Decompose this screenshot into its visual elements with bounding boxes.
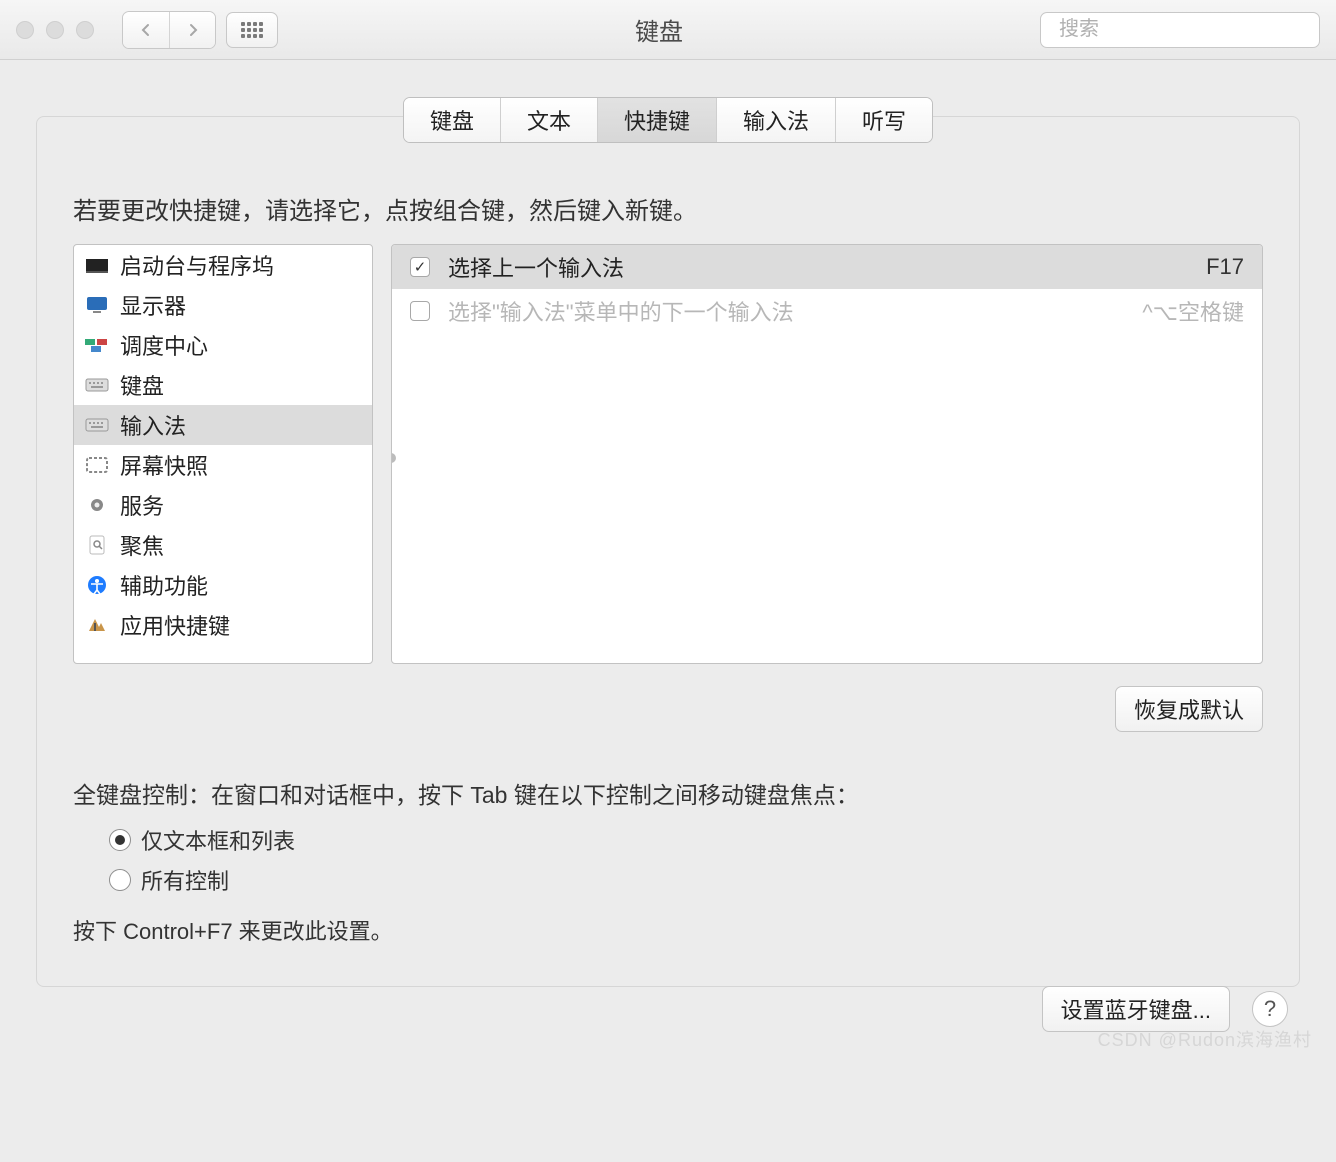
full-kb-hint: 按下 Control+F7 来更改此设置。 [73, 914, 1263, 946]
category-label: 聚焦 [120, 529, 164, 561]
tab-0[interactable]: 键盘 [404, 98, 501, 142]
category-item[interactable]: 键盘 [74, 365, 372, 405]
category-label: 屏幕快照 [120, 449, 208, 481]
category-item[interactable]: 显示器 [74, 285, 372, 325]
instruction-text: 若要更改快捷键，请选择它，点按组合键，然后键入新键。 [73, 191, 1263, 226]
category-label: 调度中心 [120, 329, 208, 361]
shortcut-row[interactable]: 选择"输入法"菜单中的下一个输入法 ^⌥空格键 [392, 289, 1262, 333]
shortcut-label: 选择"输入法"菜单中的下一个输入法 [448, 295, 794, 327]
grid-icon [241, 22, 263, 38]
radio-icon [109, 829, 131, 851]
category-label: 启动台与程序坞 [120, 249, 274, 281]
forward-button[interactable] [169, 12, 215, 48]
category-label: 应用快捷键 [120, 609, 230, 641]
radio-label: 所有控制 [141, 864, 229, 896]
radio-label: 仅文本框和列表 [141, 824, 295, 856]
radio-option[interactable]: 所有控制 [109, 860, 1263, 900]
shortcut-label: 选择上一个输入法 [448, 251, 624, 283]
zoom-icon[interactable] [76, 21, 94, 39]
accessibility-icon [84, 574, 110, 596]
category-item[interactable]: 聚焦 [74, 525, 372, 565]
spotlight-icon [84, 534, 110, 556]
resize-handle[interactable] [391, 453, 396, 463]
window-title: 键盘 [288, 12, 1030, 47]
checkbox[interactable]: ✓ [410, 257, 430, 277]
gear-icon [84, 494, 110, 516]
category-label: 键盘 [120, 369, 164, 401]
preferences-panel: 键盘文本快捷键输入法听写 若要更改快捷键，请选择它，点按组合键，然后键入新键。 … [36, 116, 1300, 987]
tab-4[interactable]: 听写 [836, 98, 932, 142]
shortcut-row[interactable]: ✓ 选择上一个输入法 F17 [392, 245, 1262, 289]
close-icon[interactable] [16, 21, 34, 39]
window-traffic-lights [16, 21, 94, 39]
search-field[interactable] [1040, 12, 1320, 48]
checkbox[interactable] [410, 301, 430, 321]
tab-1[interactable]: 文本 [501, 98, 598, 142]
full-keyboard-access: 全键盘控制：在窗口和对话框中，按下 Tab 键在以下控制之间移动键盘焦点： 仅文… [73, 776, 1263, 946]
shortcut-lists: 启动台与程序坞显示器调度中心键盘输入法屏幕快照服务聚焦辅助功能应用快捷键 ✓ 选择… [73, 244, 1263, 664]
full-kb-heading: 全键盘控制：在窗口和对话框中，按下 Tab 键在以下控制之间移动键盘焦点： [73, 776, 1263, 810]
radio-icon [109, 869, 131, 891]
nav-back-forward [122, 11, 216, 49]
display-icon [84, 294, 110, 316]
category-item[interactable]: 辅助功能 [74, 565, 372, 605]
search-input[interactable] [1059, 18, 1324, 41]
toolbar: 键盘 [0, 0, 1336, 60]
mission-icon [84, 334, 110, 356]
radio-option[interactable]: 仅文本框和列表 [109, 820, 1263, 860]
tab-bar: 键盘文本快捷键输入法听写 [73, 97, 1263, 143]
category-item[interactable]: 输入法 [74, 405, 372, 445]
keyboard-icon [84, 414, 110, 436]
category-item[interactable]: 调度中心 [74, 325, 372, 365]
category-list[interactable]: 启动台与程序坞显示器调度中心键盘输入法屏幕快照服务聚焦辅助功能应用快捷键 [73, 244, 373, 664]
screenshot-icon [84, 454, 110, 476]
shortcut-key[interactable]: ^⌥空格键 [1142, 295, 1244, 327]
apps-icon [84, 614, 110, 636]
watermark: CSDN @Rudon滨海渔村 [1098, 1026, 1312, 1052]
category-label: 输入法 [120, 409, 186, 441]
keyboard-icon [84, 374, 110, 396]
category-item[interactable]: 屏幕快照 [74, 445, 372, 485]
category-label: 服务 [120, 489, 164, 521]
back-button[interactable] [123, 12, 169, 48]
category-label: 辅助功能 [120, 569, 208, 601]
launchpad-icon [84, 254, 110, 276]
category-item[interactable]: 启动台与程序坞 [74, 245, 372, 285]
show-all-button[interactable] [226, 12, 278, 48]
shortcut-list[interactable]: ✓ 选择上一个输入法 F17 选择"输入法"菜单中的下一个输入法 ^⌥空格键 [391, 244, 1263, 664]
shortcut-key[interactable]: F17 [1206, 254, 1244, 280]
category-item[interactable]: 应用快捷键 [74, 605, 372, 645]
category-item[interactable]: 服务 [74, 485, 372, 525]
category-label: 显示器 [120, 289, 186, 321]
minimize-icon[interactable] [46, 21, 64, 39]
help-button[interactable]: ? [1252, 991, 1288, 1027]
tab-2[interactable]: 快捷键 [598, 98, 717, 142]
tab-3[interactable]: 输入法 [717, 98, 836, 142]
restore-defaults-button[interactable]: 恢复成默认 [1115, 686, 1263, 732]
